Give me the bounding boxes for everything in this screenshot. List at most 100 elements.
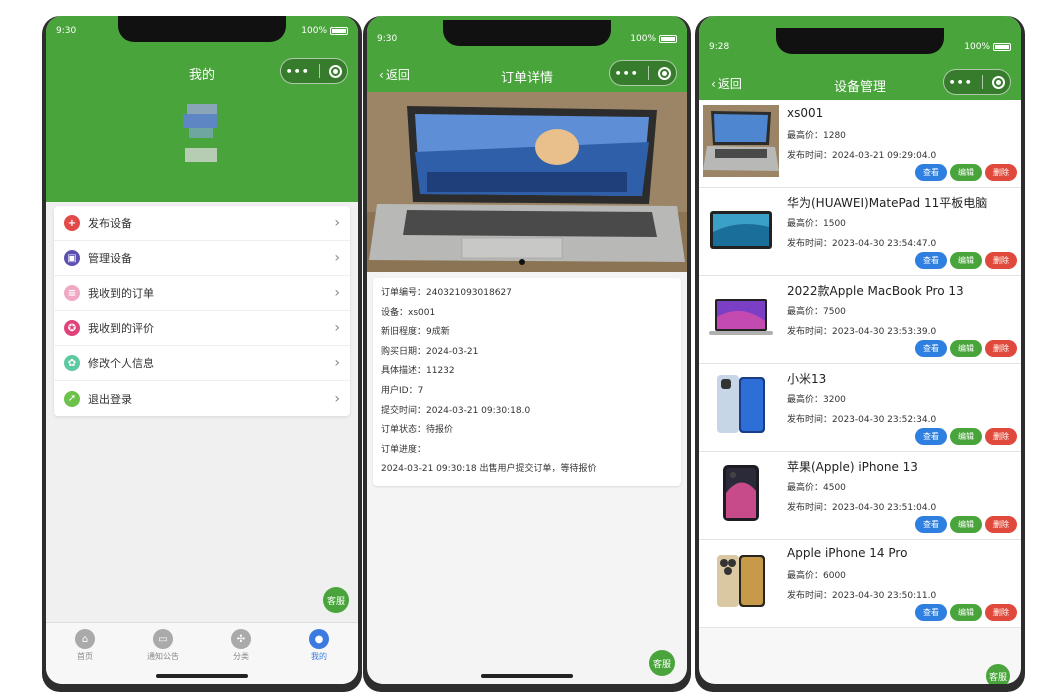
device-time: 发布时间：2023-04-30 23:51:04.0 xyxy=(787,503,937,513)
battery-text: 100% xyxy=(964,42,990,52)
menu-item-label: 管理设备 xyxy=(88,252,132,265)
view-button[interactable]: 查看 xyxy=(915,516,947,533)
miniprogram-capsule[interactable]: ••• xyxy=(609,60,677,86)
battery-indicator: 100% xyxy=(301,26,348,36)
category-icon: ✣ xyxy=(231,629,251,649)
device-time: 发布时间：2024-03-21 09:29:04.0 xyxy=(787,151,937,161)
phone-device-manage: 9:28 100% ‹ 返回 设备管理 ••• xs001 最高价：1280 发… xyxy=(695,16,1025,692)
view-button[interactable]: 查看 xyxy=(915,604,947,621)
chevron-right-icon: › xyxy=(334,390,340,407)
device-price: 最高价：4500 xyxy=(787,483,846,493)
device-item[interactable]: 苹果(Apple) iPhone 13 最高价：4500 发布时间：2023-0… xyxy=(699,452,1021,540)
device-actions: 查看 编辑 删除 xyxy=(915,604,1017,621)
edit-button[interactable]: 编辑 xyxy=(950,340,982,357)
order-condition: 新旧程度：9成新 xyxy=(381,327,450,338)
edit-button[interactable]: 编辑 xyxy=(950,252,982,269)
more-icon[interactable]: ••• xyxy=(286,65,310,78)
tab-bar: ⌂ 首页 ▭ 通知公告 ✣ 分类 ● 我的 xyxy=(46,622,358,684)
product-image-carousel[interactable] xyxy=(367,92,687,272)
customer-service-button[interactable]: 客服 xyxy=(323,587,349,613)
delete-button[interactable]: 删除 xyxy=(985,164,1017,181)
device-time: 发布时间：2023-04-30 23:54:47.0 xyxy=(787,239,937,249)
more-icon[interactable]: ••• xyxy=(615,67,639,80)
close-miniprogram-icon[interactable] xyxy=(992,75,1006,89)
battery-text: 100% xyxy=(301,26,327,36)
customer-service-button[interactable]: 客服 xyxy=(649,650,675,676)
device-item[interactable]: 2022款Apple MacBook Pro 13 最高价：7500 发布时间：… xyxy=(699,276,1021,364)
document-icon: ≡ xyxy=(64,285,80,301)
menu-item-received-orders[interactable]: ≡ 我收到的订单 › xyxy=(54,276,350,311)
edit-button[interactable]: 编辑 xyxy=(950,164,982,181)
order-progress-entry: 2024-03-21 09:30:18 出售用户提交订单，等待报价 xyxy=(381,464,597,475)
device-item[interactable]: 华为(HUAWEI)MatePad 11平板电脑 最高价：1500 发布时间：2… xyxy=(699,188,1021,276)
avatar[interactable] xyxy=(183,104,221,170)
avatar-pixel xyxy=(187,104,217,114)
view-button[interactable]: 查看 xyxy=(915,340,947,357)
close-miniprogram-icon[interactable] xyxy=(329,64,343,78)
delete-button[interactable]: 删除 xyxy=(985,428,1017,445)
device-price: 最高价：3200 xyxy=(787,395,846,405)
laptop-photo-icon xyxy=(703,105,779,177)
avatar-pixel xyxy=(185,148,217,162)
save-icon: ▣ xyxy=(64,250,80,266)
screen-order-detail: 9:30 100% ‹ 返回 订单详情 ••• 订单编号：24032109301… xyxy=(367,16,687,684)
device-actions: 查看 编辑 删除 xyxy=(915,164,1017,181)
menu-item-edit-profile[interactable]: ✿ 修改个人信息 › xyxy=(54,346,350,381)
order-purchase-date: 购买日期：2024-03-21 xyxy=(381,346,479,357)
settings-icon: ✿ xyxy=(64,355,80,371)
device-price: 最高价：1500 xyxy=(787,219,846,229)
device-thumbnail xyxy=(703,281,779,353)
order-user-id: 用户ID：7 xyxy=(381,385,424,396)
chevron-right-icon: › xyxy=(334,320,340,336)
edit-button[interactable]: 编辑 xyxy=(950,604,982,621)
chevron-right-icon: › xyxy=(334,215,340,231)
device-item[interactable]: Apple iPhone 14 Pro 最高价：6000 发布时间：2023-0… xyxy=(699,540,1021,628)
menu-item-label: 我收到的订单 xyxy=(88,287,154,300)
device-actions: 查看 编辑 删除 xyxy=(915,428,1017,445)
smartphone-icon xyxy=(717,555,765,607)
close-miniprogram-icon[interactable] xyxy=(658,66,672,80)
device-price: 最高价：7500 xyxy=(787,307,846,317)
device-item[interactable]: 小米13 最高价：3200 发布时间：2023-04-30 23:52:34.0… xyxy=(699,364,1021,452)
menu-item-logout[interactable]: ➚ 退出登录 › xyxy=(54,381,350,416)
device-thumbnail xyxy=(703,545,779,617)
message-icon: ▭ xyxy=(153,629,173,649)
device-time: 发布时间：2023-04-30 23:53:39.0 xyxy=(787,327,937,337)
delete-button[interactable]: 删除 xyxy=(985,340,1017,357)
leaf-icon: ➚ xyxy=(64,390,80,407)
more-icon[interactable]: ••• xyxy=(949,76,973,89)
device-time: 发布时间：2023-04-30 23:50:11.0 xyxy=(787,591,937,601)
macbook-icon xyxy=(709,299,773,335)
customer-service-button[interactable]: 客服 xyxy=(986,664,1010,684)
status-time: 9:30 xyxy=(56,26,77,36)
tab-home[interactable]: ⌂ 首页 xyxy=(46,623,124,684)
plus-icon: + xyxy=(64,215,80,231)
miniprogram-capsule[interactable]: ••• xyxy=(943,69,1011,95)
miniprogram-capsule[interactable]: ••• xyxy=(280,58,348,84)
device-actions: 查看 编辑 删除 xyxy=(915,340,1017,357)
status-time: 9:28 xyxy=(709,42,730,52)
home-indicator xyxy=(156,674,248,678)
device-price: 最高价：1280 xyxy=(787,131,846,141)
delete-button[interactable]: 删除 xyxy=(985,252,1017,269)
menu-item-received-reviews[interactable]: ✪ 我收到的评价 › xyxy=(54,311,350,346)
order-number: 订单编号：240321093018627 xyxy=(381,288,512,298)
delete-button[interactable]: 删除 xyxy=(985,604,1017,621)
edit-button[interactable]: 编辑 xyxy=(950,516,982,533)
view-button[interactable]: 查看 xyxy=(915,428,947,445)
device-item[interactable]: xs001 最高价：1280 发布时间：2024-03-21 09:29:04.… xyxy=(699,100,1021,188)
menu-item-publish-device[interactable]: + 发布设备 › xyxy=(54,206,350,241)
status-bar: 9:30 100% xyxy=(377,34,677,44)
view-button[interactable]: 查看 xyxy=(915,252,947,269)
menu-item-manage-devices[interactable]: ▣ 管理设备 › xyxy=(54,241,350,276)
tab-label: 首页 xyxy=(77,652,93,661)
edit-button[interactable]: 编辑 xyxy=(950,428,982,445)
tab-label: 我的 xyxy=(311,652,327,661)
battery-icon xyxy=(659,35,677,43)
tab-mine[interactable]: ● 我的 xyxy=(280,623,358,684)
tablet-icon xyxy=(710,211,772,249)
device-name: Apple iPhone 14 Pro xyxy=(787,546,908,560)
delete-button[interactable]: 删除 xyxy=(985,516,1017,533)
view-button[interactable]: 查看 xyxy=(915,164,947,181)
menu-item-label: 发布设备 xyxy=(88,217,132,230)
